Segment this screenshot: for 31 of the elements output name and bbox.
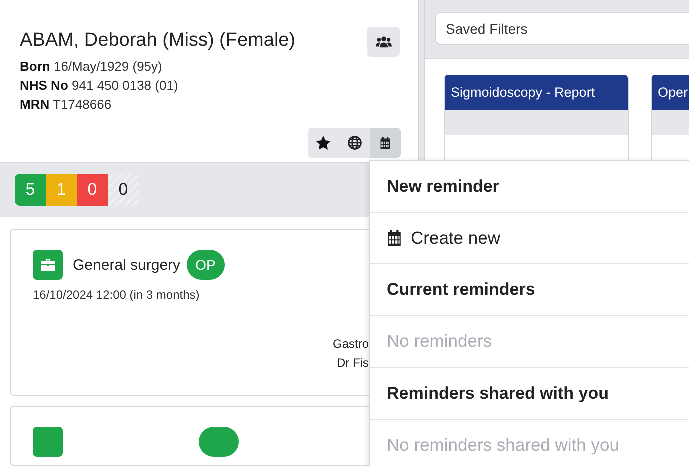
patient-name: ABAM, Deborah (Miss) (Female) — [20, 30, 296, 52]
empty-message: No reminders — [370, 316, 689, 368]
calendar-icon — [380, 136, 391, 150]
column-header: Sigmoidoscopy - Report — [445, 75, 628, 110]
group-button[interactable] — [367, 27, 400, 57]
event-detail: Dr Fis — [337, 355, 369, 372]
globe-icon — [348, 136, 362, 150]
create-reminder-item[interactable]: Create new — [370, 213, 689, 264]
briefcase-icon — [33, 250, 63, 280]
menu-heading: Current reminders — [370, 264, 689, 316]
saved-filters-field[interactable]: Saved Filters — [435, 12, 689, 45]
star-icon — [316, 136, 331, 150]
count-badge: 1 — [46, 174, 77, 206]
column-header: Oper — [652, 75, 689, 110]
toolbar-button[interactable] — [370, 128, 401, 158]
event-type-badge — [199, 427, 239, 457]
patient-detail: NHS No 941 450 0138 (01) — [20, 77, 180, 95]
event-title: General surgery — [73, 256, 181, 274]
event-icon — [33, 427, 63, 457]
empty-message: No reminders shared with you — [386, 434, 620, 457]
count-badge: 0 — [77, 174, 108, 206]
calendar-icon — [387, 230, 402, 246]
patient-detail: MRN T1748666 — [20, 96, 113, 114]
count-badge: 5 — [15, 174, 46, 206]
group-icon — [376, 36, 392, 48]
event-detail: Gastro — [332, 336, 369, 353]
count-badge: 0 — [108, 174, 139, 206]
event-type-badge: OP — [186, 250, 225, 280]
event-datetime: 16/10/2024 12:00 (in 3 months) — [33, 288, 200, 302]
menu-heading: Reminders shared with you — [370, 368, 689, 420]
patient-detail: Born 16/May/1929 (95y) — [20, 58, 164, 76]
